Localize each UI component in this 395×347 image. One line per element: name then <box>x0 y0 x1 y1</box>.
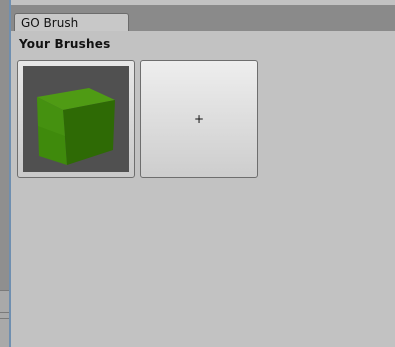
brush-panel: Your Brushes + <box>11 31 395 347</box>
section-title: Your Brushes <box>19 37 111 51</box>
tab-bar: GO Brush <box>11 0 395 32</box>
green-cube-icon <box>23 66 129 172</box>
tab-go-brush[interactable]: GO Brush <box>14 13 129 32</box>
adjacent-panel-edge <box>0 0 11 347</box>
brush-slot-cube[interactable] <box>17 60 135 178</box>
brush-thumbnail <box>23 66 129 172</box>
tab-label: GO Brush <box>21 16 79 30</box>
add-brush-label: + <box>193 112 205 126</box>
add-brush-button[interactable]: + <box>140 60 258 178</box>
